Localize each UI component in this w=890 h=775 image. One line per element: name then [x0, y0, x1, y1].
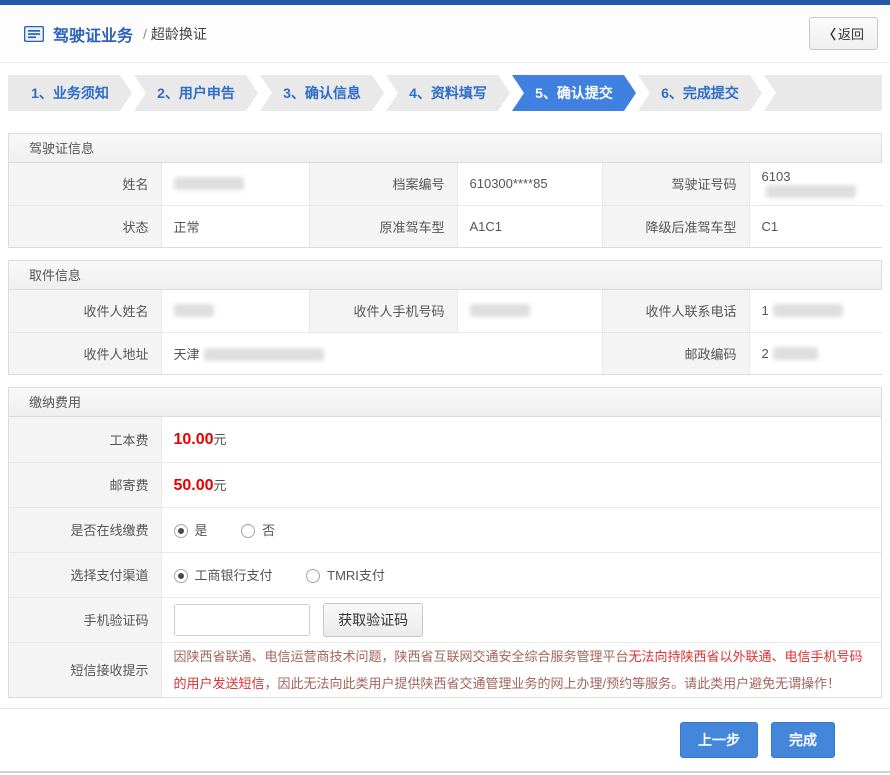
license-section-title: 驾驶证信息	[9, 134, 881, 163]
get-code-button[interactable]: 获取验证码	[323, 602, 424, 637]
page-title: 驾驶证业务	[53, 27, 134, 45]
post-fee-value: 50.00元	[160, 461, 882, 508]
post-fee-unit: 元	[213, 477, 227, 493]
table-row: 姓名 档案编号 610300****85 驾驶证号码 6103	[8, 162, 884, 206]
payment-section-title: 缴纳费用	[9, 388, 881, 417]
table-row: 工本费 10.00元	[8, 416, 882, 463]
previous-step-button[interactable]: 上一步	[680, 721, 758, 758]
radio-tmri-label: TMRI支付	[327, 568, 385, 583]
name-label: 姓名	[8, 162, 162, 206]
page-header: 驾驶证业务 / 超龄换证 〈返回	[0, 5, 890, 63]
step-5-confirm-submit: 5、确认提交	[512, 75, 636, 111]
bottom-divider	[0, 770, 890, 775]
file-no-value: 610300****85	[456, 162, 603, 206]
orig-class-label: 原准驾车型	[308, 204, 458, 248]
breadcrumb-current: 超龄换证	[150, 25, 207, 42]
postcode-value: 2	[748, 331, 884, 375]
radio-tmri-icon[interactable]	[306, 569, 321, 583]
license-no-value: 6103	[748, 162, 884, 206]
radio-no-icon[interactable]	[241, 524, 256, 538]
table-row: 手机验证码 获取验证码	[8, 596, 882, 643]
radio-option-tmri[interactable]: TMRI支付	[306, 568, 385, 583]
payment-section: 缴纳费用 工本费 10.00元 邮寄费 50.00元 是否在线缴费 是 否 选择…	[8, 387, 882, 698]
pay-channel-options: 工商银行支付 TMRI支付	[160, 551, 882, 598]
table-row: 收件人地址 天津 邮政编码 2	[8, 331, 884, 375]
recipient-mobile-label: 收件人手机号码	[308, 289, 458, 333]
redacted-name	[173, 177, 244, 191]
footer-actions: 上一步 完成	[0, 707, 890, 770]
redacted-postcode	[772, 346, 818, 360]
radio-icbc-icon[interactable]	[173, 569, 188, 583]
postcode-label: 邮政编码	[601, 331, 750, 375]
radio-option-no[interactable]: 否	[241, 523, 275, 538]
table-row: 短信接收提示 因陕西省联通、电信运营商技术问题，陕西省互联网交通安全综合服务管理…	[8, 641, 882, 697]
back-button[interactable]: 〈返回	[808, 17, 878, 50]
back-button-label: 返回	[837, 27, 864, 42]
address-value: 天津	[160, 331, 603, 375]
table-row: 选择支付渠道 工商银行支付 TMRI支付	[8, 551, 882, 598]
radio-yes-icon[interactable]	[173, 524, 188, 538]
step-3-confirm-info: 3、确认信息	[260, 75, 384, 111]
sms-notice-text: 因陕西省联通、电信运营商技术问题，陕西省互联网交通安全综合服务管理平台无法向持陕…	[160, 641, 882, 697]
sms-notice-label: 短信接收提示	[8, 641, 162, 697]
chevron-left-icon: 〈	[822, 27, 836, 42]
finish-button[interactable]: 完成	[771, 721, 835, 758]
work-fee-value: 10.00元	[160, 416, 882, 463]
name-value	[160, 162, 310, 206]
redacted-license-no	[765, 184, 856, 198]
notice-segment: 因陕西省联通、电信运营商技术问题，陕西省互联网交通安全综合服务管理平台	[173, 648, 629, 664]
sms-code-label: 手机验证码	[8, 596, 162, 643]
sms-code-input[interactable]	[173, 603, 310, 636]
license-service-icon	[24, 25, 44, 42]
radio-yes-label: 是	[194, 523, 208, 538]
step-1-notice: 1、业务须知	[8, 75, 132, 111]
license-no-label: 驾驶证号码	[601, 162, 750, 206]
recipient-phone-value: 1	[748, 289, 884, 333]
table-row: 是否在线缴费 是 否	[8, 506, 882, 553]
pickup-info-section: 取件信息 收件人姓名 收件人手机号码 收件人联系电话 1 收件人地址 天津 邮政…	[8, 260, 884, 375]
table-row: 收件人姓名 收件人手机号码 收件人联系电话 1	[8, 289, 884, 333]
step-filler	[764, 75, 882, 111]
table-row: 状态 正常 原准驾车型 A1C1 降级后准驾车型 C1	[8, 204, 884, 248]
status-label: 状态	[8, 204, 162, 248]
table-row: 邮寄费 50.00元	[8, 461, 882, 508]
post-fee-amount: 50.00	[173, 476, 214, 494]
orig-class-value: A1C1	[456, 204, 603, 248]
step-4-fill-data: 4、资料填写	[386, 75, 510, 111]
file-no-label: 档案编号	[308, 162, 458, 206]
work-fee-label: 工本费	[8, 416, 162, 463]
downgrade-class-value: C1	[748, 204, 884, 248]
license-info-section: 驾驶证信息 姓名 档案编号 610300****85 驾驶证号码 6103 状态…	[8, 133, 884, 248]
step-6-done: 6、完成提交	[638, 75, 762, 111]
redacted-recipient-name	[173, 304, 214, 318]
recipient-name-label: 收件人姓名	[8, 289, 162, 333]
step-2-declaration: 2、用户申告	[134, 75, 258, 111]
post-fee-label: 邮寄费	[8, 461, 162, 508]
redacted-recipient-phone	[772, 304, 843, 318]
notice-segment: ，因此无法向此类用户提供陕西省交通管理业务的网上办理/预约等服务。请此类用户避免…	[264, 675, 841, 691]
status-value: 正常	[160, 204, 310, 248]
recipient-mobile-value	[456, 289, 603, 333]
address-label: 收件人地址	[8, 331, 162, 375]
redacted-address	[203, 347, 324, 361]
recipient-name-value	[160, 289, 310, 333]
online-pay-label: 是否在线缴费	[8, 506, 162, 553]
recipient-phone-label: 收件人联系电话	[601, 289, 750, 333]
redacted-recipient-mobile	[469, 304, 530, 318]
radio-icbc-label: 工商银行支付	[194, 568, 273, 583]
radio-option-icbc[interactable]: 工商银行支付	[173, 568, 273, 583]
pickup-section-title: 取件信息	[9, 261, 881, 290]
breadcrumb-separator: /	[143, 25, 147, 42]
radio-no-label: 否	[262, 523, 276, 538]
downgrade-class-label: 降级后准驾车型	[601, 204, 750, 248]
pay-channel-label: 选择支付渠道	[8, 551, 162, 598]
work-fee-unit: 元	[213, 432, 227, 448]
radio-option-yes[interactable]: 是	[173, 523, 208, 538]
breadcrumb: 驾驶证业务 / 超龄换证	[24, 22, 207, 46]
work-fee-amount: 10.00	[173, 431, 214, 449]
sms-code-row: 获取验证码	[160, 596, 882, 643]
step-wizard: 1、业务须知 2、用户申告 3、确认信息 4、资料填写 5、确认提交 6、完成提…	[8, 75, 882, 111]
online-pay-options: 是 否	[160, 506, 882, 553]
